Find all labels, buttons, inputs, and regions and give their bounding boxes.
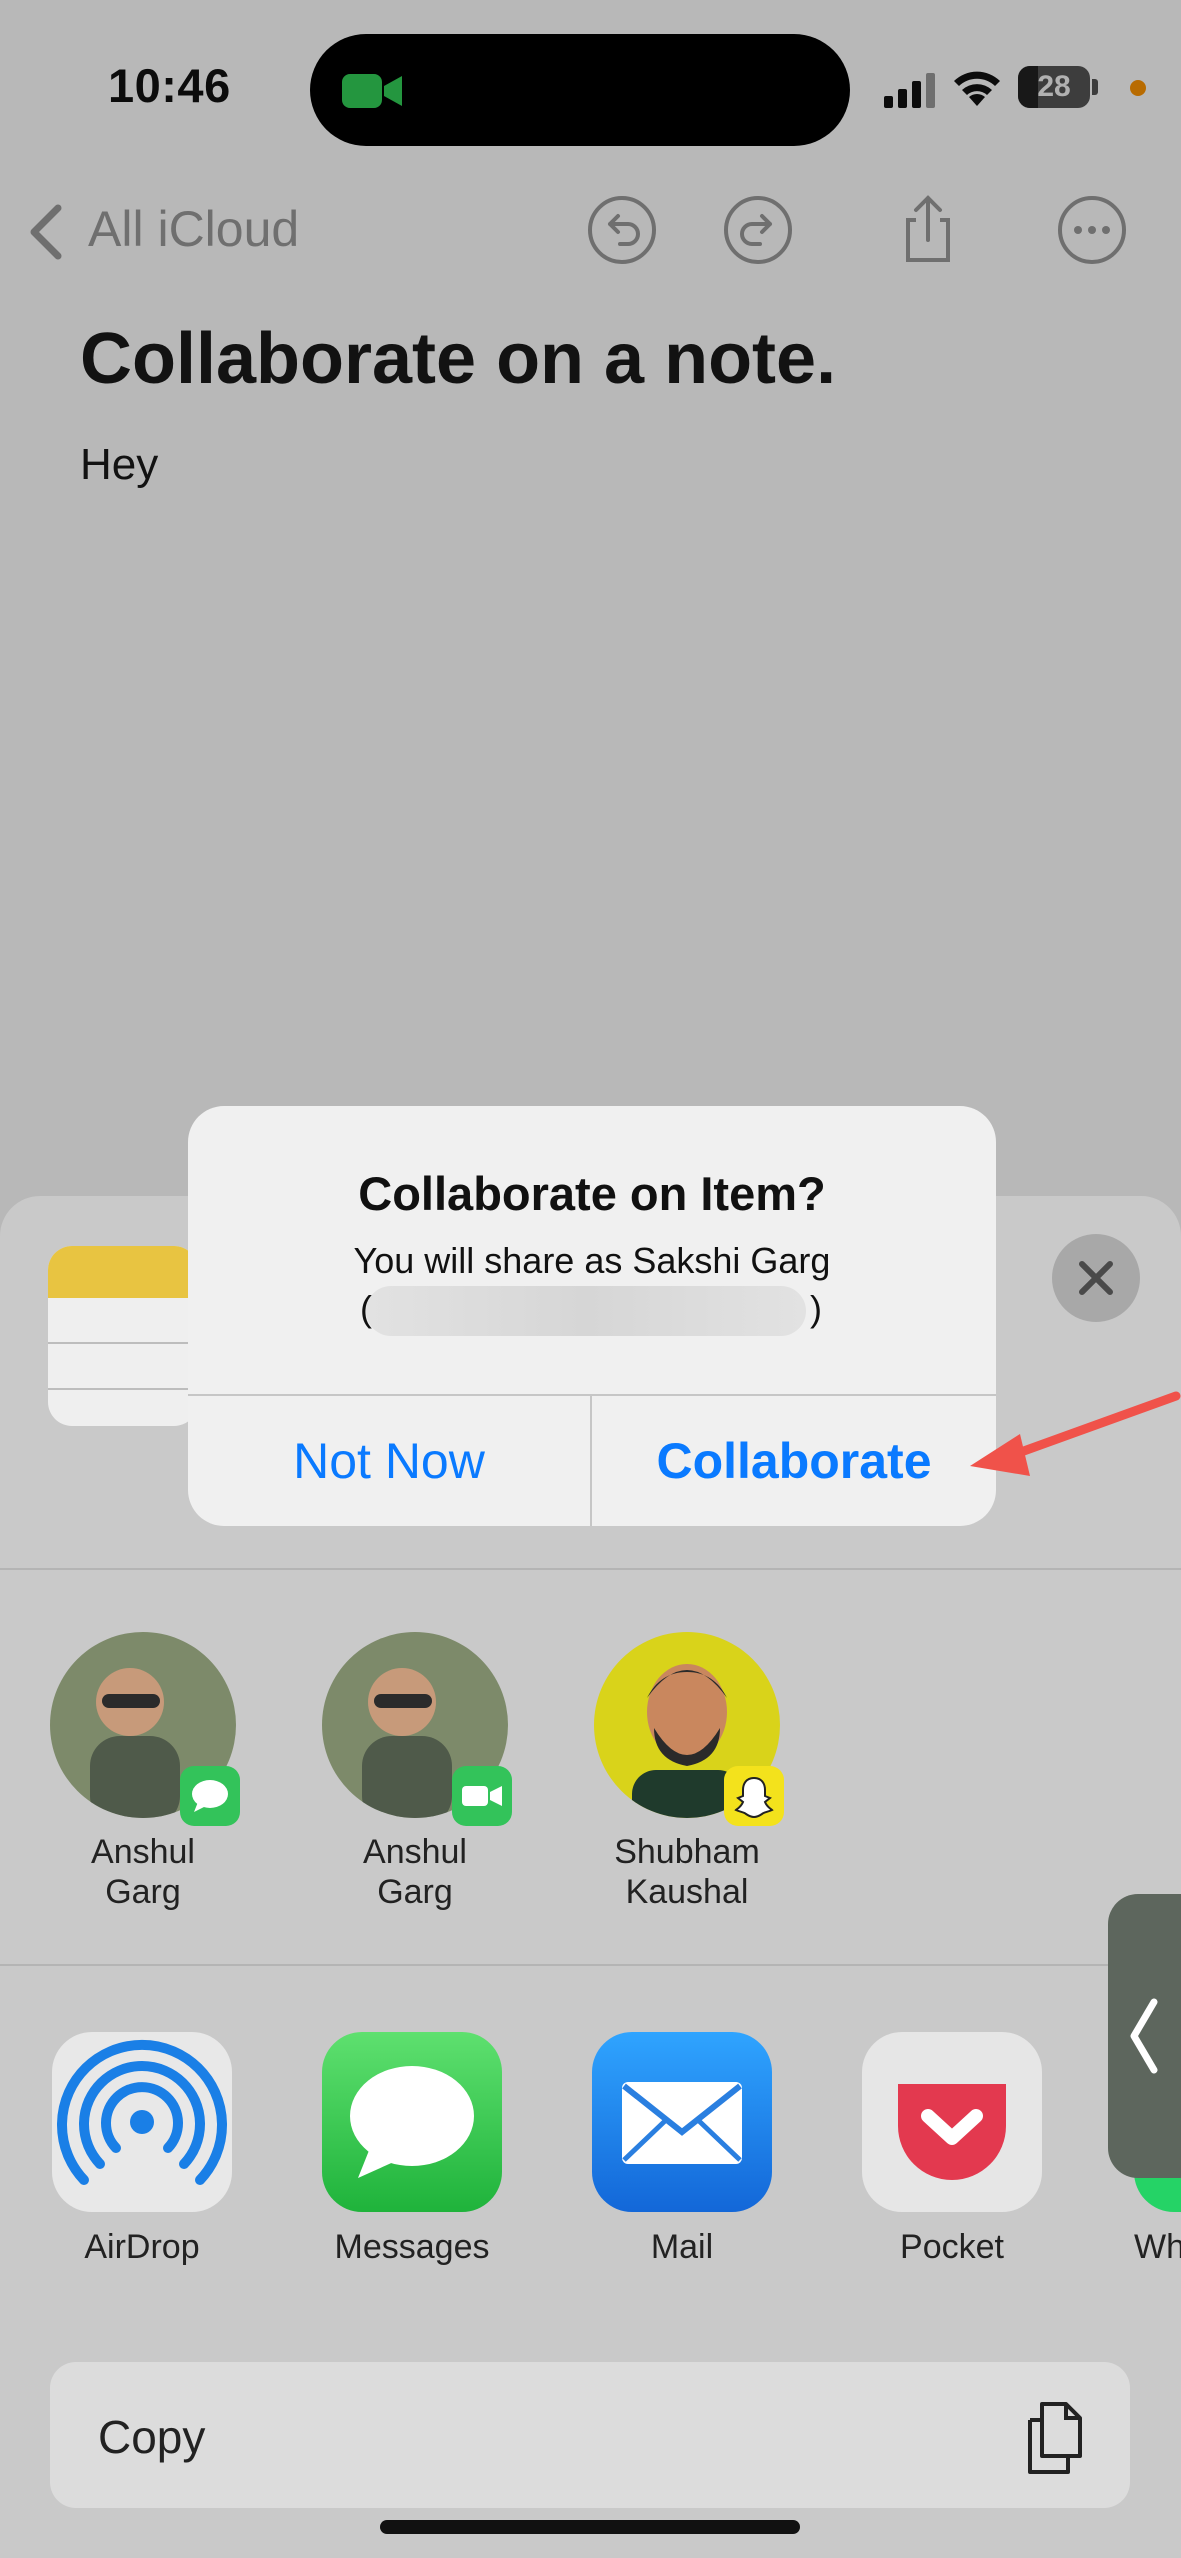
airdrop-icon	[52, 2032, 232, 2212]
divider	[0, 1964, 1181, 1966]
person-name: Anshul Garg	[91, 1833, 195, 1911]
app-label: Pocket	[900, 2228, 1004, 2266]
mail-icon	[592, 2032, 772, 2212]
app-label: AirDrop	[84, 2228, 200, 2266]
app-label: Wh	[1134, 2228, 1181, 2266]
alert-title: Collaborate on Item?	[358, 1167, 826, 1220]
divider	[0, 1568, 1181, 1570]
app-label: Mail	[650, 2228, 714, 2266]
messages-badge-icon	[180, 1766, 240, 1826]
not-now-button[interactable]: Not Now	[188, 1396, 590, 1526]
copy-icon	[1028, 2402, 1082, 2474]
annotation-arrow-icon	[970, 1391, 1181, 1476]
app-label: Messages	[334, 2228, 490, 2266]
alert-message: You will share as Sakshi Garg	[353, 1240, 831, 1281]
collaborate-alert: Collaborate on Item? You will share as S…	[188, 1106, 996, 1526]
copy-action[interactable]: Copy	[50, 2362, 1130, 2508]
collaborate-button[interactable]: Collaborate	[592, 1396, 996, 1526]
redacted-email	[366, 1286, 806, 1336]
pocket-icon	[862, 2032, 1042, 2212]
chevron-left-icon	[1130, 1998, 1158, 2074]
screen: 10:46 28 All iCloud Collaborate on a not…	[0, 0, 1181, 2558]
person-name: Anshul Garg	[363, 1833, 467, 1911]
person-name: Shubham Kaushal	[614, 1833, 760, 1911]
snapchat-badge-icon	[724, 1766, 784, 1826]
home-indicator[interactable]	[380, 2520, 800, 2534]
close-button[interactable]	[1052, 1234, 1140, 1322]
notes-thumbnail-icon	[48, 1246, 198, 1426]
copy-label: Copy	[98, 2411, 206, 2463]
messages-icon	[322, 2032, 502, 2212]
facetime-badge-icon	[452, 1766, 512, 1826]
scroll-more-tab[interactable]	[1108, 1894, 1181, 2178]
alert-paren-close: )	[810, 1288, 822, 1329]
close-icon	[1079, 1261, 1113, 1295]
